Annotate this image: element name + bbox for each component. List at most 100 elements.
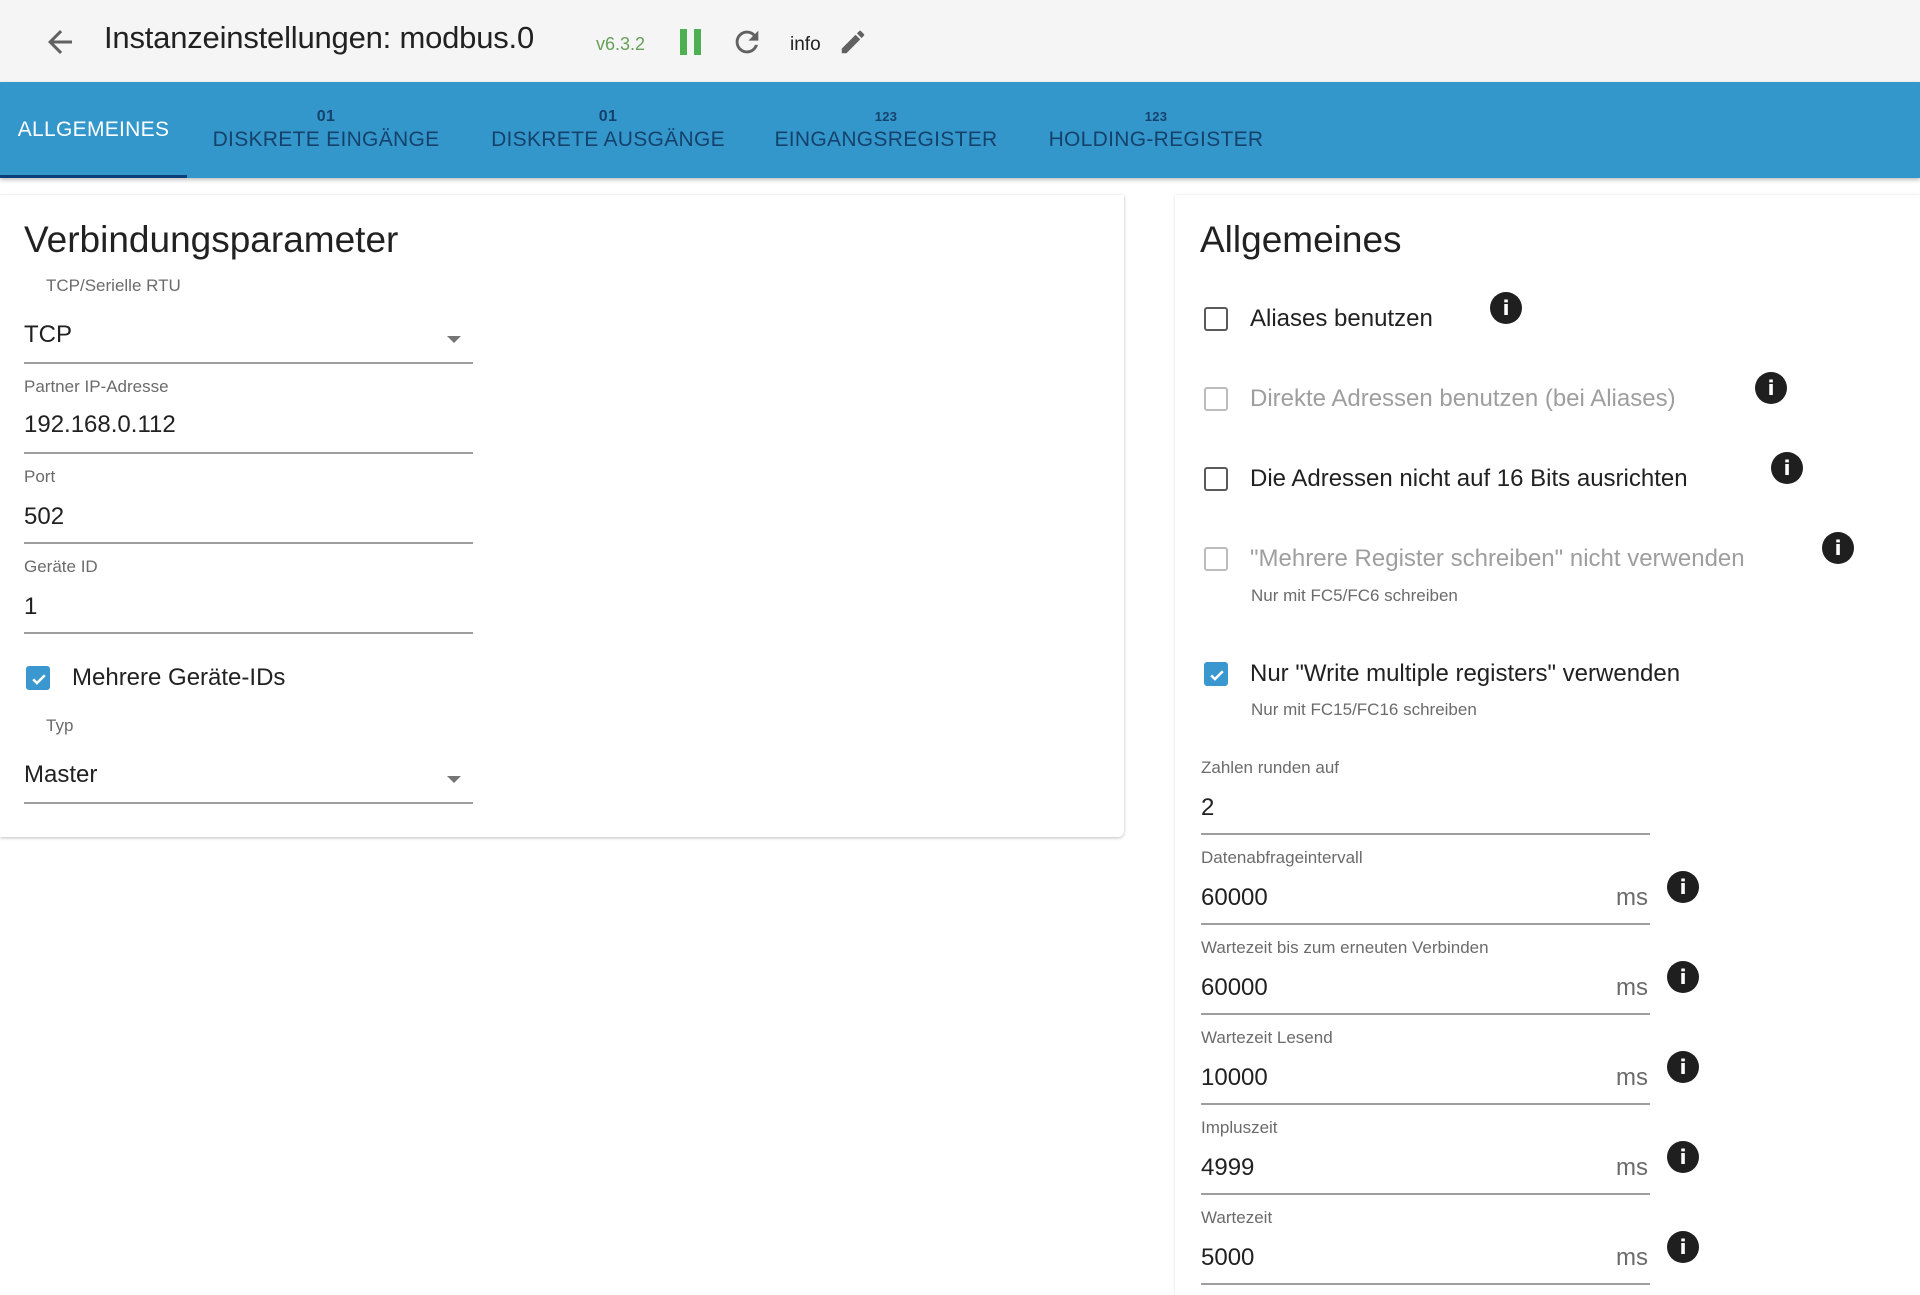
info-icon[interactable]: i (1771, 452, 1803, 484)
tab-bar: Allgemeines 01 Diskrete Eingänge 01 Disk… (0, 82, 1920, 178)
dropdown-arrow-icon (447, 776, 461, 783)
version-label: v6.3.2 (596, 34, 646, 54)
field-value: 4999 (1201, 1154, 1255, 1181)
general-title: Allgemeines (1200, 219, 1402, 260)
unit-suffix: ms (1616, 1244, 1648, 1271)
info-icon[interactable]: i (1667, 871, 1699, 903)
field-value: 5000 (1201, 1244, 1255, 1271)
checkbox-unchecked-icon[interactable] (1204, 547, 1228, 571)
numeric-icon: 123 (874, 109, 898, 124)
option-no-multi-register-write[interactable]: "Mehrere Register schreiben" nicht verwe… (1204, 545, 1745, 573)
field-label: Geräte ID (24, 557, 98, 576)
info-icon[interactable]: i (1667, 1051, 1699, 1083)
app-header: Instanzeinstellungen: modbus.0 v6.3.2 in… (0, 0, 1920, 82)
multiple-device-ids-checkbox[interactable]: Mehrere Geräte-IDs (26, 664, 285, 692)
field-underline (24, 362, 473, 364)
binary-icon: 01 (316, 108, 336, 125)
reload-icon[interactable] (730, 25, 764, 59)
unit-suffix: ms (1616, 884, 1648, 911)
info-icon[interactable]: i (1667, 1141, 1699, 1173)
option-direct-addresses[interactable]: Direkte Adressen benutzen (bei Aliases) (1204, 385, 1676, 413)
unit-suffix: ms (1616, 1154, 1648, 1181)
pulse-time-field[interactable]: Impluszeit 4999 ms (1201, 1118, 1650, 1198)
numeric-icon: 123 (1144, 109, 1168, 124)
checkbox-checked-icon[interactable] (1204, 662, 1228, 686)
poll-interval-field[interactable]: Datenabfrageintervall 60000 ms (1201, 848, 1650, 928)
pencil-icon[interactable] (838, 27, 868, 57)
tab-label: Diskrete Eingänge (212, 128, 440, 151)
field-value: 60000 (1201, 974, 1268, 1001)
field-value: TCP (24, 321, 72, 348)
option-no-16bit-align[interactable]: Die Adressen nicht auf 16 Bits ausrichte… (1204, 465, 1688, 493)
field-underline (1201, 923, 1650, 925)
option-helper-text: Nur mit FC5/FC6 schreiben (1251, 586, 1458, 605)
tab-diskrete-eingaenge[interactable]: 01 Diskrete Eingänge (200, 82, 452, 178)
field-underline (1201, 1193, 1650, 1195)
field-underline (1201, 1103, 1650, 1105)
unit-suffix: ms (1616, 1064, 1648, 1091)
field-underline (24, 632, 473, 634)
page-title: Instanzeinstellungen: modbus.0 (104, 20, 535, 55)
checkbox-label: Nur "Write multiple registers" verwenden (1250, 660, 1681, 687)
binary-icon: 01 (598, 108, 618, 125)
ip-address-field[interactable]: Partner IP-Adresse 192.168.0.112 (24, 377, 473, 457)
field-value: 10000 (1201, 1064, 1268, 1091)
field-label: Typ (46, 716, 74, 735)
field-label: Wartezeit Lesend (1201, 1028, 1333, 1047)
arrow-back-icon[interactable] (42, 24, 78, 60)
connection-title: Verbindungsparameter (24, 219, 399, 260)
checkbox-unchecked-icon[interactable] (1204, 467, 1228, 491)
field-underline (1201, 1013, 1650, 1015)
checkbox-unchecked-icon[interactable] (1204, 307, 1228, 331)
checkbox-label: Die Adressen nicht auf 16 Bits ausrichte… (1250, 465, 1688, 492)
tab-label: Eingangsregister (774, 128, 998, 151)
info-icon[interactable]: i (1667, 961, 1699, 993)
field-underline (24, 802, 473, 804)
field-label: Datenabfrageintervall (1201, 848, 1363, 867)
checkbox-unchecked-icon[interactable] (1204, 387, 1228, 411)
field-value: 2 (1201, 794, 1215, 821)
tab-holding-register[interactable]: 123 Holding-Register (1036, 82, 1276, 178)
field-value: 502 (24, 503, 65, 530)
field-label: Impluszeit (1201, 1118, 1278, 1137)
field-value: 60000 (1201, 884, 1268, 911)
read-timeout-field[interactable]: Wartezeit Lesend 10000 ms (1201, 1028, 1650, 1108)
field-label: Wartezeit (1201, 1208, 1273, 1227)
type-select[interactable]: Typ Master (24, 716, 473, 806)
info-icon[interactable]: i (1822, 532, 1854, 564)
checkbox-label: "Mehrere Register schreiben" nicht verwe… (1250, 545, 1745, 572)
active-tab-indicator (0, 175, 187, 178)
unit-suffix: ms (1616, 974, 1648, 1001)
field-value: Master (24, 761, 98, 788)
info-icon[interactable]: i (1755, 372, 1787, 404)
tab-label: Allgemeines (17, 118, 170, 141)
port-field[interactable]: Port 502 (24, 467, 473, 547)
field-underline (24, 452, 473, 454)
field-label: TCP/Serielle RTU (46, 276, 181, 295)
info-icon[interactable]: i (1667, 1231, 1699, 1263)
tab-eingangsregister[interactable]: 123 Eingangsregister (766, 82, 1006, 178)
pause-icon[interactable] (680, 29, 702, 55)
option-use-aliases[interactable]: Aliases benutzen (1204, 305, 1433, 333)
device-id-field[interactable]: Geräte ID 1 (24, 557, 473, 637)
field-label: Wartezeit bis zum erneuten Verbinden (1201, 938, 1489, 957)
field-underline (1201, 1283, 1650, 1285)
dropdown-arrow-icon (447, 336, 461, 343)
wait-time-field[interactable]: Wartezeit 5000 ms (1201, 1208, 1650, 1288)
checkbox-label: Mehrere Geräte-IDs (72, 664, 286, 691)
field-label: Port (24, 467, 56, 486)
tab-diskrete-ausgaenge[interactable]: 01 Diskrete Ausgänge (480, 82, 736, 178)
field-underline (24, 542, 473, 544)
reconnect-timeout-field[interactable]: Wartezeit bis zum erneuten Verbinden 600… (1201, 938, 1650, 1018)
field-value: 1 (24, 593, 38, 620)
info-icon[interactable]: i (1490, 292, 1522, 324)
tab-label: Holding-Register (1048, 128, 1264, 151)
field-label: Partner IP-Adresse (24, 377, 169, 396)
field-label: Zahlen runden auf (1201, 758, 1339, 777)
connection-mode-select[interactable]: TCP/Serielle RTU TCP (24, 276, 473, 366)
option-only-write-multiple[interactable]: Nur "Write multiple registers" verwenden (1204, 660, 1680, 688)
info-link[interactable]: info (790, 34, 821, 56)
tab-allgemeines[interactable]: Allgemeines (0, 82, 187, 178)
round-numbers-field[interactable]: Zahlen runden auf 2 (1201, 758, 1650, 838)
checkbox-checked-icon[interactable] (26, 666, 50, 690)
